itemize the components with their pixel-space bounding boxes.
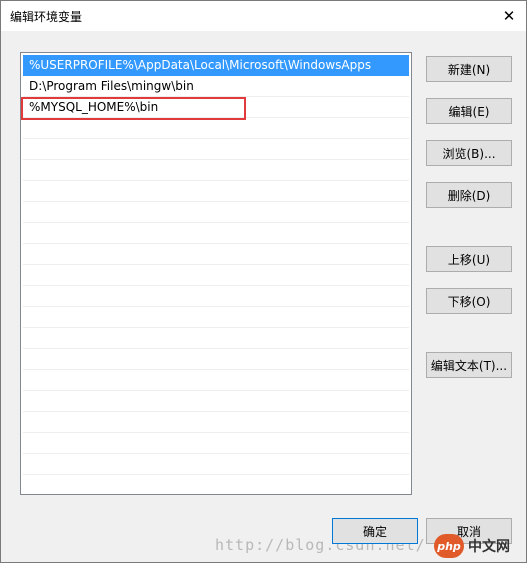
highlight-box — [21, 97, 246, 120]
empty-row[interactable] — [23, 433, 409, 454]
php-cn-logo: php 中文网 — [434, 532, 522, 560]
empty-row[interactable] — [23, 391, 409, 412]
move-up-button[interactable]: 上移(U) — [426, 246, 512, 272]
window-title: 编辑环境变量 — [10, 10, 83, 24]
edit-env-var-dialog: 编辑环境变量 ✕ %USERPROFILE%\AppData\Local\Mic… — [0, 0, 527, 563]
delete-button[interactable]: 删除(D) — [426, 182, 512, 208]
list-item[interactable]: D:\Program Files\mingw\bin — [23, 76, 409, 97]
title-bar: 编辑环境变量 ✕ — [1, 1, 526, 31]
empty-row[interactable] — [23, 118, 409, 139]
empty-row[interactable] — [23, 160, 409, 181]
edit-button[interactable]: 编辑(E) — [426, 98, 512, 124]
empty-row[interactable] — [23, 307, 409, 328]
empty-row[interactable] — [23, 202, 409, 223]
empty-row[interactable] — [23, 349, 409, 370]
empty-row[interactable] — [23, 286, 409, 307]
empty-row[interactable] — [23, 475, 409, 494]
browse-button[interactable]: 浏览(B)... — [426, 140, 512, 166]
logo-badge: php — [434, 534, 464, 558]
ok-button[interactable]: 确定 — [332, 518, 418, 544]
list-item[interactable]: %USERPROFILE%\AppData\Local\Microsoft\Wi… — [23, 55, 409, 76]
empty-row[interactable] — [23, 139, 409, 160]
empty-row[interactable] — [23, 370, 409, 391]
close-icon[interactable]: ✕ — [492, 1, 526, 31]
empty-row[interactable] — [23, 454, 409, 475]
empty-row[interactable] — [23, 181, 409, 202]
move-down-button[interactable]: 下移(O) — [426, 288, 512, 314]
edit-text-button[interactable]: 编辑文本(T)... — [426, 352, 512, 378]
empty-row[interactable] — [23, 244, 409, 265]
new-button[interactable]: 新建(N) — [426, 56, 512, 82]
empty-row[interactable] — [23, 412, 409, 433]
empty-row[interactable] — [23, 265, 409, 286]
empty-row[interactable] — [23, 223, 409, 244]
logo-text: 中文网 — [468, 539, 510, 555]
empty-row[interactable] — [23, 328, 409, 349]
